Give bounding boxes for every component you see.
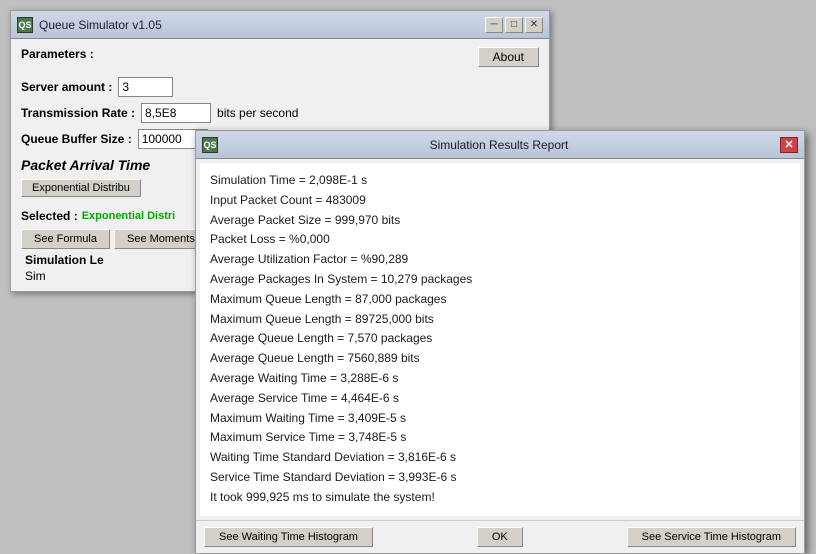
results-line-16: It took 999,925 ms to simulate the syste… [210, 488, 790, 508]
transmission-rate-unit: bits per second [217, 106, 298, 120]
results-dialog: QS Simulation Results Report ✕ Simulatio… [195, 130, 805, 554]
results-line-3: Packet Loss = %0,000 [210, 230, 790, 250]
dialog-close-button[interactable]: ✕ [780, 137, 798, 153]
main-window-title: Queue Simulator v1.05 [39, 18, 162, 32]
minimize-button[interactable]: ─ [485, 17, 503, 33]
results-line-9: Average Queue Length = 7560,889 bits [210, 349, 790, 369]
transmission-rate-label: Transmission Rate : [21, 106, 135, 120]
dialog-title: Simulation Results Report [218, 138, 780, 152]
dialog-titlebar: QS Simulation Results Report ✕ [196, 131, 804, 159]
selected-label: Selected : [21, 209, 78, 223]
main-titlebar: QS Queue Simulator v1.05 ─ □ ✕ [11, 11, 549, 39]
results-line-1: Input Packet Count = 483009 [210, 191, 790, 211]
results-line-6: Maximum Queue Length = 87,000 packages [210, 290, 790, 310]
titlebar-left: QS Queue Simulator v1.05 [17, 17, 162, 33]
transmission-rate-input[interactable] [141, 103, 211, 123]
parameters-label: Parameters : [21, 47, 94, 61]
results-line-2: Average Packet Size = 999,970 bits [210, 211, 790, 231]
dialog-footer: See Waiting Time Histogram OK See Servic… [196, 520, 804, 553]
results-line-4: Average Utilization Factor = %90,289 [210, 250, 790, 270]
results-line-11: Average Service Time = 4,464E-6 s [210, 389, 790, 409]
results-line-12: Maximum Waiting Time = 3,409E-5 s [210, 409, 790, 429]
app-icon: QS [17, 17, 33, 33]
results-line-10: Average Waiting Time = 3,288E-6 s [210, 369, 790, 389]
results-line-0: Simulation Time = 2,098E-1 s [210, 171, 790, 191]
results-line-5: Average Packages In System = 10,279 pack… [210, 270, 790, 290]
see-moments-button[interactable]: See Moments [114, 229, 208, 249]
server-amount-input[interactable] [118, 77, 173, 97]
server-amount-label: Server amount : [21, 80, 112, 94]
about-button[interactable]: About [478, 47, 539, 67]
results-line-13: Maximum Service Time = 3,748E-5 s [210, 428, 790, 448]
waiting-histogram-button[interactable]: See Waiting Time Histogram [204, 527, 373, 547]
server-amount-row: Server amount : [21, 77, 539, 97]
main-close-button[interactable]: ✕ [525, 17, 543, 33]
see-formula-button[interactable]: See Formula [21, 229, 110, 249]
results-line-8: Average Queue Length = 7,570 packages [210, 329, 790, 349]
queue-buffer-label: Queue Buffer Size : [21, 132, 132, 146]
dialog-content: Simulation Time = 2,098E-1 s Input Packe… [200, 163, 800, 516]
ok-button[interactable]: OK [477, 527, 523, 547]
service-histogram-button[interactable]: See Service Time Histogram [627, 527, 796, 547]
maximize-button[interactable]: □ [505, 17, 523, 33]
results-line-14: Waiting Time Standard Deviation = 3,816E… [210, 448, 790, 468]
dialog-icon: QS [202, 137, 218, 153]
titlebar-controls: ─ □ ✕ [485, 17, 543, 33]
exponential-dist-button[interactable]: Exponential Distribu [21, 179, 141, 197]
results-line-7: Maximum Queue Length = 89725,000 bits [210, 310, 790, 330]
transmission-rate-row: Transmission Rate : bits per second [21, 103, 539, 123]
selected-value: Exponential Distri [82, 210, 176, 222]
results-line-15: Service Time Standard Deviation = 3,993E… [210, 468, 790, 488]
